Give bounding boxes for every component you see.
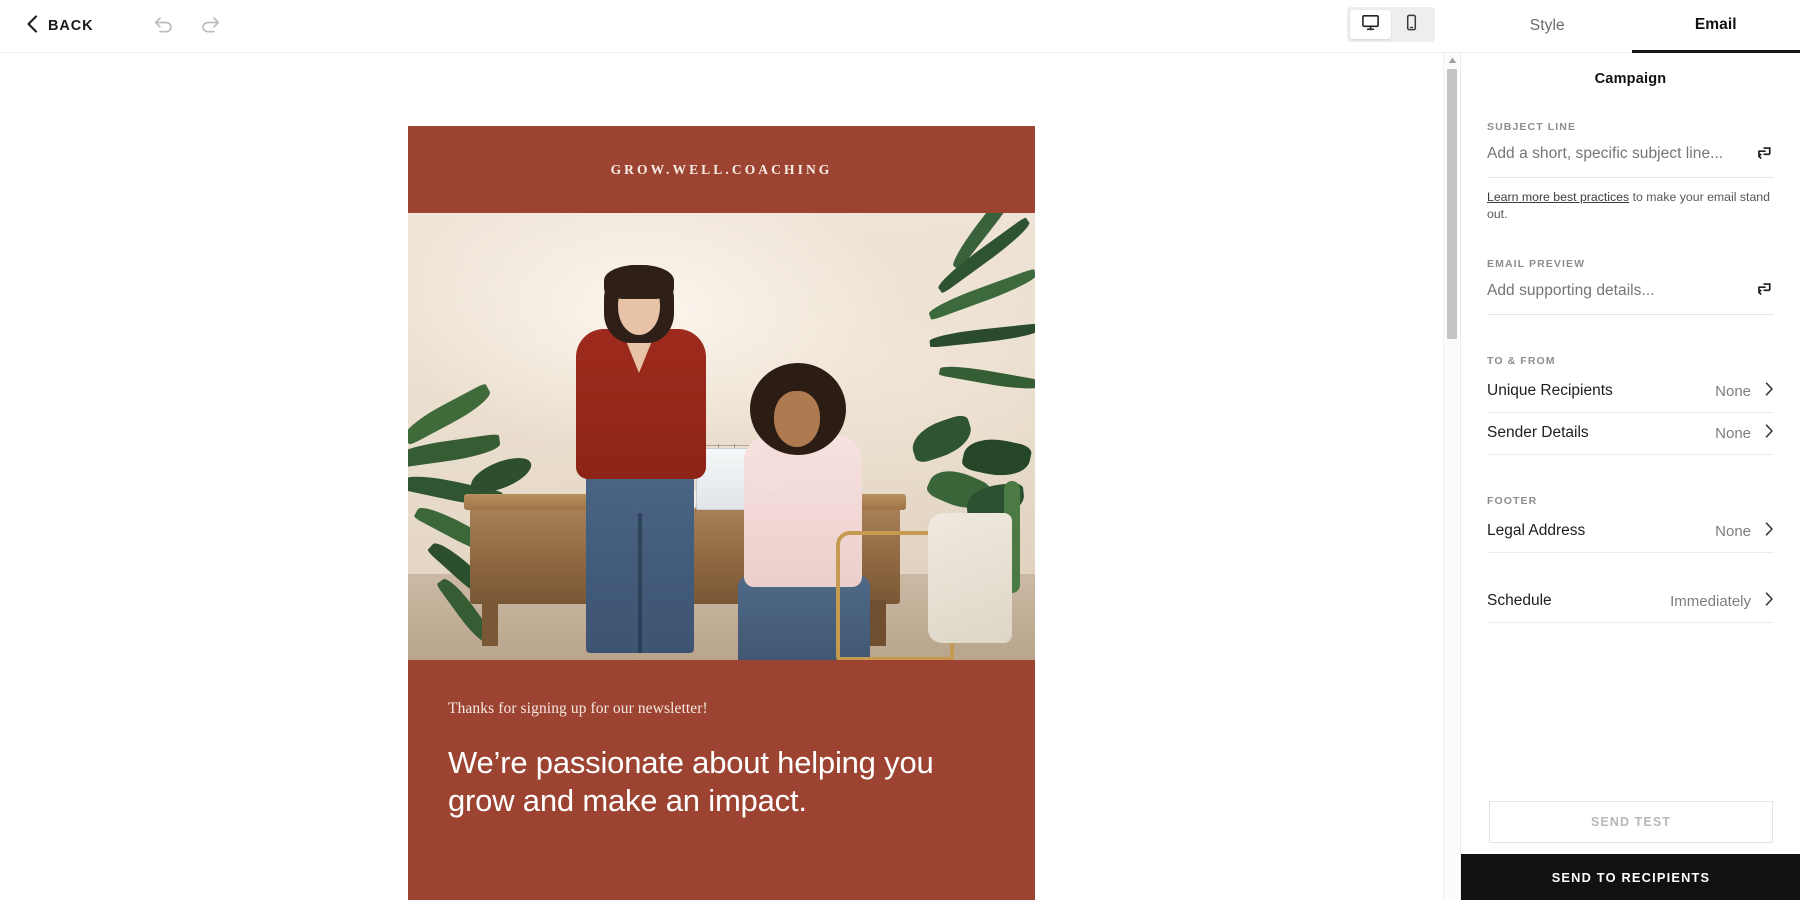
legal-address-value: None <box>1715 522 1751 540</box>
send-to-recipients-button[interactable]: SEND TO RECIPIENTS <box>1461 854 1800 900</box>
brand-wordmark: GROW.WELL.COACHING <box>610 161 833 177</box>
panel-title: Campaign <box>1594 71 1667 87</box>
device-preview-toggle <box>1347 7 1435 42</box>
hero-image[interactable] <box>408 213 1035 660</box>
sender-details-label: Sender Details <box>1487 424 1589 442</box>
back-label: BACK <box>48 18 94 34</box>
subject-line-row[interactable] <box>1487 143 1774 178</box>
subject-line-input[interactable] <box>1487 145 1737 163</box>
campaign-settings-panel: Campaign SUBJECT LINE Learn more best pr… <box>1460 53 1800 900</box>
chevron-left-icon <box>26 14 38 38</box>
mobile-icon <box>1402 13 1421 37</box>
sender-details-value: None <box>1715 424 1751 442</box>
schedule-row[interactable]: Schedule Immediately <box>1487 581 1774 623</box>
unique-recipients-row[interactable]: Unique Recipients None <box>1487 371 1774 413</box>
undo-button[interactable] <box>150 13 176 39</box>
throw-blanket <box>928 513 1012 643</box>
panel-content: SUBJECT LINE Learn more best practices t… <box>1461 121 1800 623</box>
email-preview-label: EMAIL PREVIEW <box>1487 257 1586 270</box>
email-brand-header: GROW.WELL.COACHING <box>408 126 1035 213</box>
legal-address-right: None <box>1715 522 1774 541</box>
tab-email[interactable]: Email <box>1631 0 1800 53</box>
chevron-right-icon <box>1765 382 1774 401</box>
subject-line-label: SUBJECT LINE <box>1487 121 1577 133</box>
panel-action-footer: SEND TEST SEND TO RECIPIENTS <box>1461 801 1800 900</box>
mobile-preview-button[interactable] <box>1391 10 1432 39</box>
desktop-preview-button[interactable] <box>1350 10 1391 39</box>
desktop-icon <box>1361 13 1380 37</box>
email-preview-input[interactable] <box>1487 281 1737 300</box>
sender-details-right: None <box>1715 424 1774 443</box>
top-toolbar: BACK Style Email <box>0 0 1800 53</box>
person-standing-hair-front <box>604 265 674 299</box>
canvas-scrollbar[interactable] <box>1443 53 1459 900</box>
desk-leg-left <box>482 600 498 646</box>
email-canvas[interactable]: GROW.WELL.COACHING Thanks for signing up… <box>0 53 1440 900</box>
schedule-value: Immediately <box>1670 592 1751 610</box>
panel-tabs: Style Email <box>1463 0 1800 53</box>
scrollbar-thumb[interactable] <box>1447 69 1457 339</box>
chevron-right-icon <box>1765 424 1774 443</box>
legal-address-row[interactable]: Legal Address None <box>1487 511 1774 553</box>
schedule-section: Schedule Immediately <box>1487 581 1774 623</box>
back-button[interactable]: BACK <box>26 0 94 52</box>
scroll-up-arrow-icon[interactable] <box>1444 53 1460 67</box>
email-headline-text: We’re passionate about helping you grow … <box>448 745 934 818</box>
best-practices-link[interactable]: Learn more best practices <box>1487 190 1629 204</box>
email-preview-row[interactable] <box>1487 280 1774 315</box>
unique-recipients-label: Unique Recipients <box>1487 382 1613 400</box>
plant-right-palm <box>908 213 1035 453</box>
email-body[interactable]: Thanks for signing up for our newsletter… <box>408 660 1035 820</box>
insert-merge-tag-icon[interactable] <box>1752 143 1774 165</box>
person-seated-face <box>774 391 820 447</box>
to-and-from-label: TO & FROM <box>1487 354 1556 367</box>
redo-button[interactable] <box>198 13 224 39</box>
unique-recipients-value: None <box>1715 382 1751 400</box>
redo-icon <box>199 14 223 39</box>
email-eyebrow-text: Thanks for signing up for our newsletter… <box>448 700 708 717</box>
schedule-right: Immediately <box>1670 592 1774 611</box>
unique-recipients-right: None <box>1715 382 1774 401</box>
tab-style[interactable]: Style <box>1463 0 1632 53</box>
chevron-right-icon <box>1765 522 1774 541</box>
person-standing-leg-seam <box>638 513 642 653</box>
send-test-button[interactable]: SEND TEST <box>1489 801 1773 843</box>
subject-line-helper-text: Learn more best practices to make your e… <box>1487 189 1774 224</box>
chevron-right-icon <box>1765 592 1774 611</box>
sender-details-row[interactable]: Sender Details None <box>1487 413 1774 455</box>
footer-section-label: FOOTER <box>1487 494 1538 507</box>
schedule-label: Schedule <box>1487 592 1552 610</box>
legal-address-label: Legal Address <box>1487 522 1586 540</box>
email-preview-card[interactable]: GROW.WELL.COACHING Thanks for signing up… <box>408 126 1035 900</box>
undo-icon <box>151 14 175 39</box>
insert-merge-tag-icon[interactable] <box>1752 280 1774 302</box>
history-controls <box>150 13 224 39</box>
